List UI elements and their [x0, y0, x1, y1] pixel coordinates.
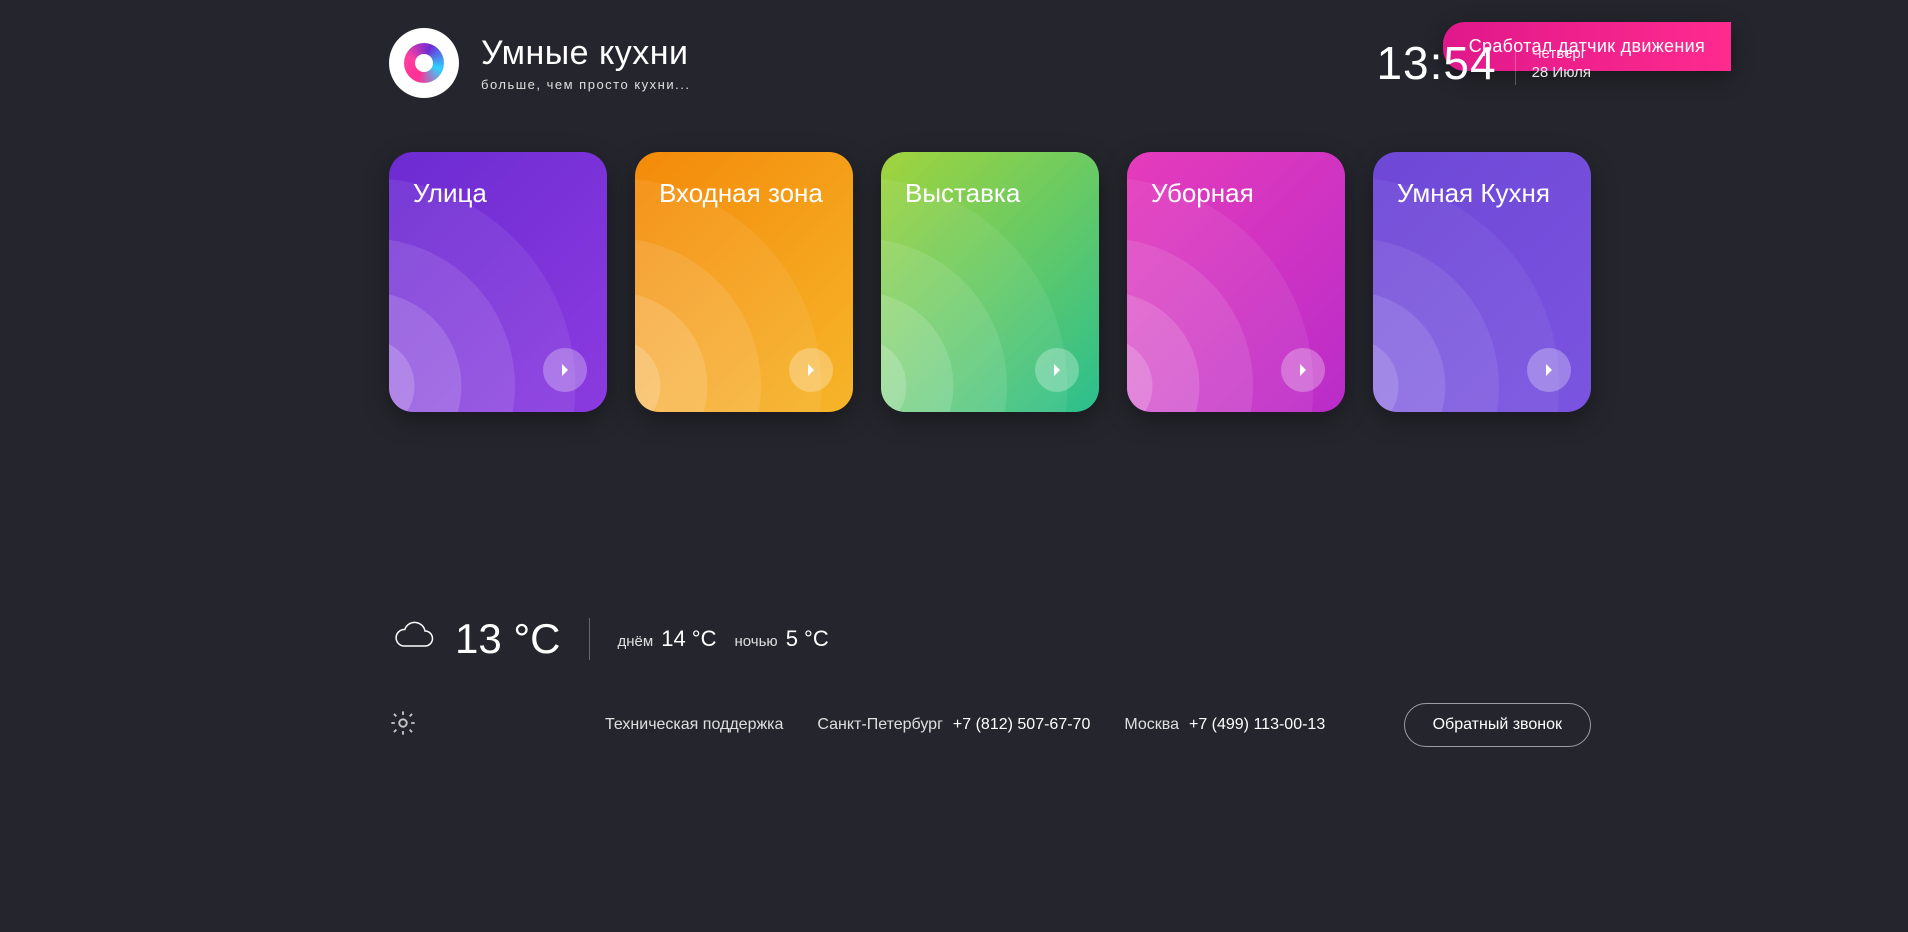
cloud-icon: [389, 620, 437, 659]
chevron-right-icon: [1527, 348, 1571, 392]
room-card-title: Входная зона: [659, 178, 829, 209]
brand-logo-ring-icon: [404, 43, 444, 83]
weather-night: ночью 5 °C: [735, 626, 829, 652]
chevron-right-icon: [543, 348, 587, 392]
room-card-title: Умная Кухня: [1397, 178, 1567, 209]
room-card-showroom[interactable]: Выставка: [881, 152, 1099, 412]
callback-label: Обратный звонок: [1433, 716, 1562, 733]
clock-date: 28 Июля: [1532, 64, 1591, 81]
phone-moscow[interactable]: +7 (499) 113-00-13: [1189, 716, 1325, 734]
city-name: Москва: [1124, 716, 1179, 734]
clock-weekday: Четверг: [1532, 45, 1591, 62]
weather-night-value: 5 °C: [786, 626, 829, 652]
weather-day-value: 14 °C: [661, 626, 716, 652]
weather-day: днём 14 °C: [618, 626, 717, 652]
brand-logo: [389, 28, 459, 98]
brand-title: Умные кухни: [481, 34, 690, 73]
support-label: Техническая поддержка: [605, 716, 783, 734]
room-card-title: Улица: [413, 178, 583, 209]
room-cards-row: Улица Входная зона Выставка Уборная Умна…: [389, 152, 1591, 412]
header: Умные кухни больше, чем просто кухни... …: [389, 28, 1591, 98]
callback-button[interactable]: Обратный звонок: [1404, 703, 1591, 747]
room-card-entrance[interactable]: Входная зона: [635, 152, 853, 412]
chevron-right-icon: [1035, 348, 1079, 392]
chevron-right-icon: [789, 348, 833, 392]
support-spb: Санкт-Петербург +7 (812) 507-67-70: [817, 716, 1090, 734]
settings-button[interactable]: [389, 709, 417, 742]
clock-date-block: Четверг 28 Июля: [1532, 45, 1591, 81]
phone-spb[interactable]: +7 (812) 507-67-70: [953, 716, 1090, 734]
clock-time: 13:54: [1376, 36, 1496, 90]
room-card-smart-kitchen[interactable]: Умная Кухня: [1373, 152, 1591, 412]
support-moscow: Москва +7 (499) 113-00-13: [1124, 716, 1325, 734]
room-card-restroom[interactable]: Уборная: [1127, 152, 1345, 412]
weather-day-label: днём: [618, 633, 654, 650]
brand-block: Умные кухни больше, чем просто кухни...: [481, 34, 690, 92]
clock-separator: [1515, 41, 1516, 85]
city-name: Санкт-Петербург: [817, 716, 942, 734]
footer: Техническая поддержка Санкт-Петербург +7…: [389, 703, 1591, 747]
weather-now-temp: 13 °C: [455, 615, 561, 663]
app-root: Сработал датчик движения Умные кухни бол…: [177, 0, 1731, 793]
room-card-title: Уборная: [1151, 178, 1321, 209]
weather-night-label: ночью: [735, 633, 778, 650]
weather-widget: 13 °C днём 14 °C ночью 5 °C: [389, 615, 829, 663]
chevron-right-icon: [1281, 348, 1325, 392]
brand-subtitle: больше, чем просто кухни...: [481, 77, 690, 92]
room-card-title: Выставка: [905, 178, 1075, 209]
room-card-street[interactable]: Улица: [389, 152, 607, 412]
clock: 13:54 Четверг 28 Июля: [1376, 36, 1591, 90]
weather-separator: [589, 618, 590, 660]
